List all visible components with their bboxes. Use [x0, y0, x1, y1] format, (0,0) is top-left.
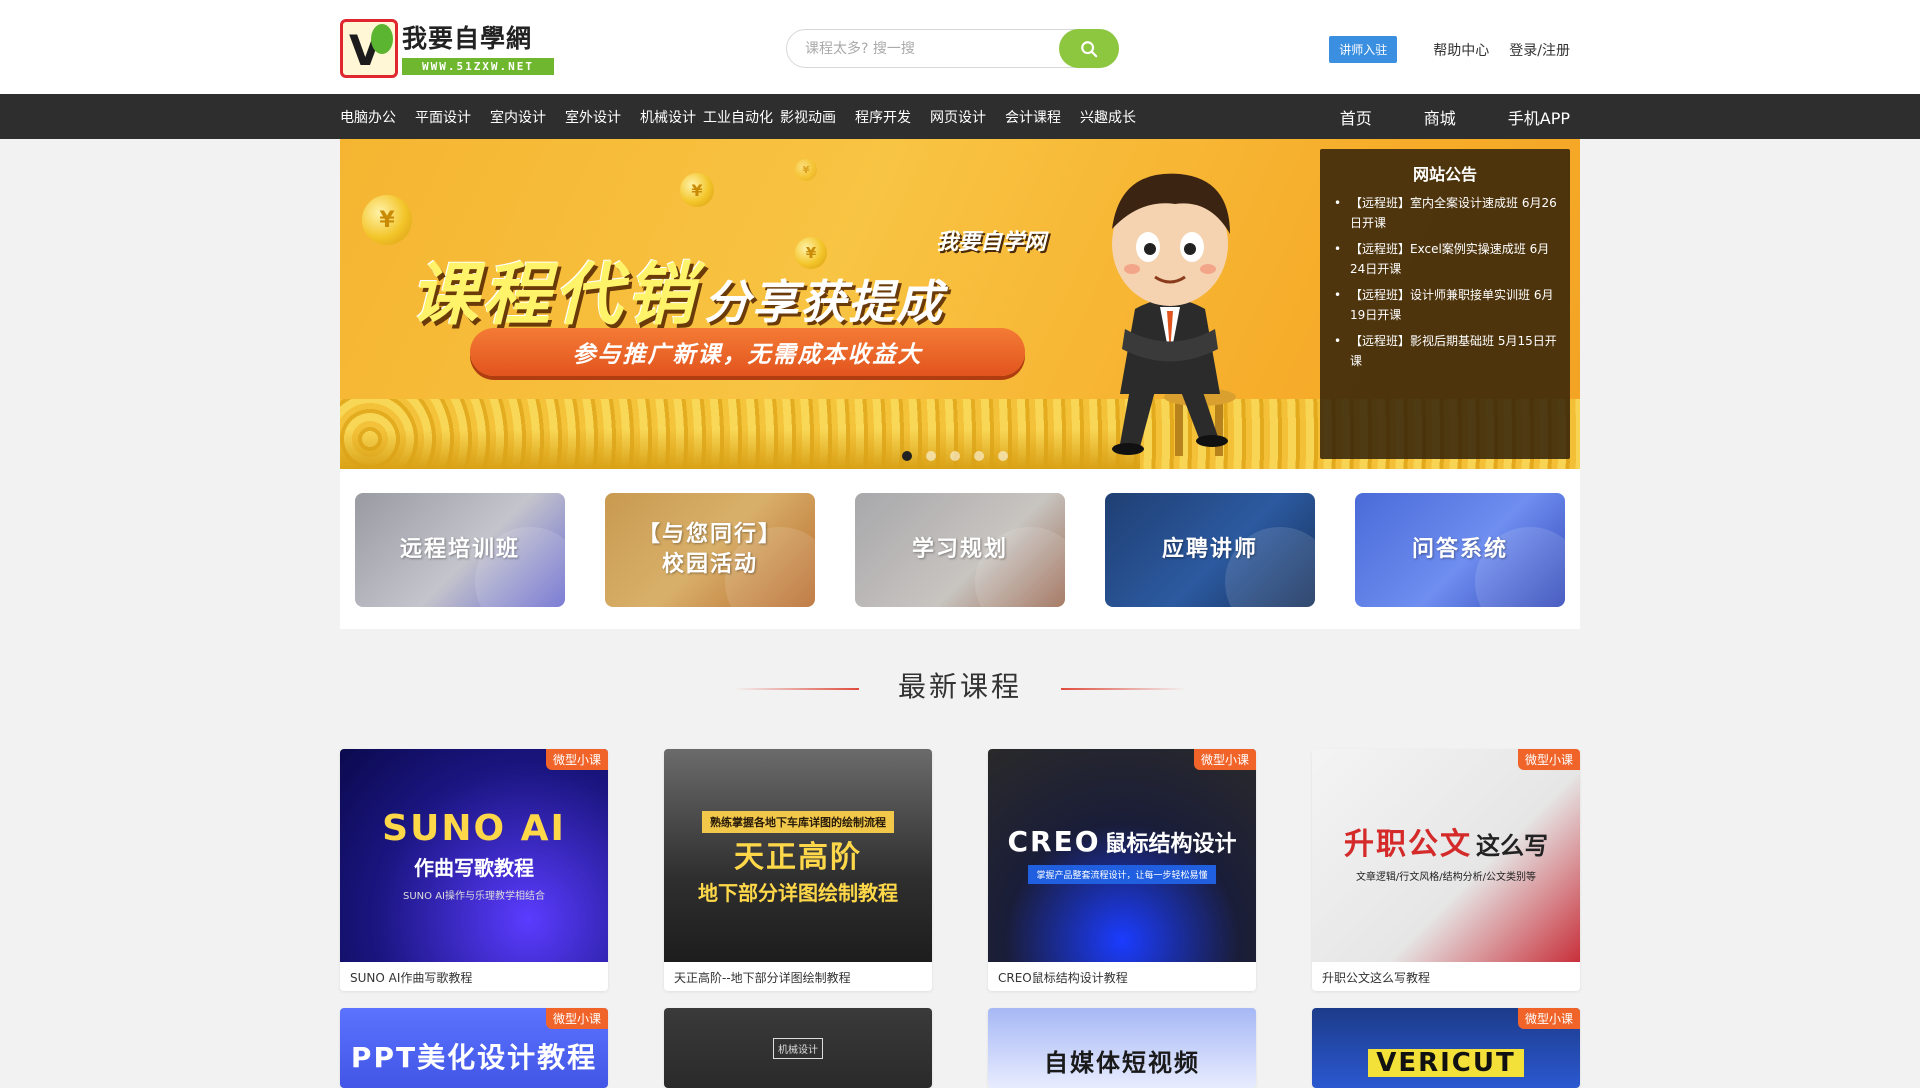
carousel-dot[interactable] — [998, 451, 1008, 461]
nav-category[interactable]: 室内设计 — [490, 107, 546, 127]
micro-course-badge: 微型小课 — [545, 1008, 608, 1029]
logo-brand: 我要自學網 — [402, 24, 533, 53]
nav-mobile-app[interactable]: 手机APP — [1508, 105, 1570, 129]
notice-title: 网站公告 — [1412, 165, 1477, 184]
nav-category[interactable]: 网页设计 — [930, 107, 986, 127]
section-title: 最新课程 — [897, 670, 1022, 703]
help-center-link[interactable]: 帮助中心 — [1433, 40, 1489, 60]
carousel-dot[interactable] — [950, 451, 960, 461]
search-box — [786, 29, 1119, 68]
course-title: SUNO AI作曲写歌教程 — [350, 971, 473, 985]
nav-category[interactable]: 影视动画 — [780, 107, 836, 127]
micro-course-badge: 微型小课 — [545, 749, 608, 770]
businessman-illustration — [1112, 173, 1236, 456]
micro-course-badge: 微型小课 — [1517, 749, 1580, 770]
site-notice-panel: 网站公告 【远程班】室内全案设计速成班 6月26日开课 【远程班】Excel案例… — [1320, 149, 1570, 459]
course-card[interactable]: 机械设计 — [664, 1008, 932, 1088]
nav-category[interactable]: 程序开发 — [855, 107, 911, 127]
tile-label: 学习规划 — [911, 537, 1008, 562]
main-links: 首页 商城 手机APP — [1288, 94, 1570, 139]
nav-category[interactable]: 平面设计 — [415, 107, 471, 127]
nav-category[interactable]: 兴趣成长 — [1080, 107, 1136, 127]
search-icon — [1081, 40, 1098, 57]
banner-title-main: 课程代销 — [410, 256, 699, 335]
feature-tile-study-plan[interactable]: 学习规划 — [855, 493, 1065, 607]
course-thumbnail: 自媒体短视频 — [988, 1008, 1256, 1088]
course-card[interactable]: VERICUT 微型小课 — [1312, 1008, 1580, 1088]
nav-category[interactable]: 机械设计 — [640, 107, 696, 127]
tile-label: 【与您同行】 校园活动 — [637, 522, 782, 577]
coin-icon: ¥ — [362, 195, 412, 245]
banner-title-sub: 分享获提成 — [704, 275, 945, 329]
carousel-dot[interactable] — [974, 451, 984, 461]
course-card[interactable]: PPT美化设计教程 微型小课 — [340, 1008, 608, 1088]
tile-label: 问答系统 — [1411, 537, 1508, 562]
banner-slogan: 参与推广新课，无需成本收益大 — [470, 328, 1025, 376]
feature-tile-qa[interactable]: 问答系统 — [1355, 493, 1565, 607]
carousel-dot[interactable] — [902, 451, 912, 461]
nav-home[interactable]: 首页 — [1340, 105, 1372, 129]
site-logo[interactable]: V 我要自學網 WWW.51ZXW.NET — [340, 19, 555, 78]
search-button[interactable] — [1059, 29, 1119, 68]
carousel-dots — [902, 451, 1022, 461]
course-thumbnail: 熟练掌握各地下车库详图的绘制流程 天正高阶 地下部分详图绘制教程 — [664, 749, 932, 962]
nav-category[interactable]: 会计课程 — [1005, 107, 1061, 127]
notice-item[interactable]: 【远程班】室内全案设计速成班 6月26日开课 — [1330, 193, 1560, 233]
lecturer-join-button[interactable]: 讲师入驻 — [1329, 36, 1398, 63]
course-title: 天正高阶--地下部分详图绘制教程 — [674, 971, 851, 985]
notice-list: 【远程班】室内全案设计速成班 6月26日开课 【远程班】Excel案例实操速成班… — [1330, 193, 1560, 371]
course-thumbnail: SUNO AI 作曲写歌教程 SUNO AI操作与乐理教学相结合 — [340, 749, 608, 962]
site-header: V 我要自學網 WWW.51ZXW.NET 讲师入驻 帮助中心 登录/注册 — [0, 0, 1920, 94]
header-links: 讲师入驻 帮助中心 登录/注册 — [1329, 36, 1570, 63]
tile-label: 应聘讲师 — [1161, 537, 1258, 562]
banner-title: 课程代销 分享获提成 — [410, 239, 944, 338]
feature-tile-campus[interactable]: 【与您同行】 校园活动 — [605, 493, 815, 607]
nav-category[interactable]: 工业自动化 — [703, 107, 773, 127]
course-thumbnail: 升职公文 这么写 文章逻辑/行文风格/结构分析/公文类别等 — [1312, 749, 1580, 962]
coin-icon: ¥ — [680, 173, 714, 207]
logo-url: WWW.51ZXW.NET — [402, 58, 554, 75]
micro-course-badge: 微型小课 — [1193, 749, 1256, 770]
micro-course-badge: 微型小课 — [1517, 1008, 1580, 1029]
notice-item[interactable]: 【远程班】影视后期基础班 5月15日开课 — [1330, 331, 1560, 371]
course-card[interactable]: 升职公文 这么写 文章逻辑/行文风格/结构分析/公文类别等 微型小课 升职公文这… — [1312, 749, 1580, 991]
course-title: CREO鼠标结构设计教程 — [998, 971, 1128, 985]
course-title: 升职公文这么写教程 — [1322, 971, 1431, 985]
category-nav: 电脑办公 平面设计 室内设计 室外设计 机械设计 工业自动化 影视动画 程序开发… — [340, 94, 1155, 139]
course-card[interactable]: 熟练掌握各地下车库详图的绘制流程 天正高阶 地下部分详图绘制教程 天正高阶--地… — [664, 749, 932, 991]
course-card[interactable]: SUNO AI 作曲写歌教程 SUNO AI操作与乐理教学相结合 微型小课 SU… — [340, 749, 608, 991]
notice-item[interactable]: 【远程班】设计师兼职接单实训班 6月19日开课 — [1330, 285, 1560, 325]
tile-label: 远程培训班 — [399, 537, 520, 562]
course-thumbnail: 机械设计 — [664, 1008, 932, 1088]
nav-shop[interactable]: 商城 — [1424, 105, 1456, 129]
nav-category[interactable]: 室外设计 — [565, 107, 621, 127]
banner-brand: 我要自学网 — [936, 230, 1047, 255]
logo-mark: V — [340, 19, 398, 78]
feature-tile-apply-lecturer[interactable]: 应聘讲师 — [1105, 493, 1315, 607]
coin-icon: ¥ — [795, 159, 817, 181]
main-nav: 电脑办公 平面设计 室内设计 室外设计 机械设计 工业自动化 影视动画 程序开发… — [0, 94, 1920, 139]
course-card[interactable]: 自媒体短视频 — [988, 1008, 1256, 1088]
course-thumbnail: CREO 鼠标结构设计 掌握产品整套流程设计，让每一步轻松易懂 — [988, 749, 1256, 962]
notice-item[interactable]: 【远程班】Excel案例实操速成班 6月24日开课 — [1330, 239, 1560, 279]
feature-tile-remote-class[interactable]: 远程培训班 — [355, 493, 565, 607]
course-card[interactable]: CREO 鼠标结构设计 掌握产品整套流程设计，让每一步轻松易懂 微型小课 CRE… — [988, 749, 1256, 991]
login-register-link[interactable]: 登录/注册 — [1509, 40, 1570, 60]
feature-tiles: 远程培训班 【与您同行】 校园活动 学习规划 应聘讲师 问答系统 — [340, 469, 1580, 629]
carousel-dot[interactable] — [926, 451, 936, 461]
title-decor-line — [1061, 688, 1186, 690]
nav-category[interactable]: 电脑办公 — [340, 107, 396, 127]
search-input[interactable] — [805, 30, 1035, 67]
